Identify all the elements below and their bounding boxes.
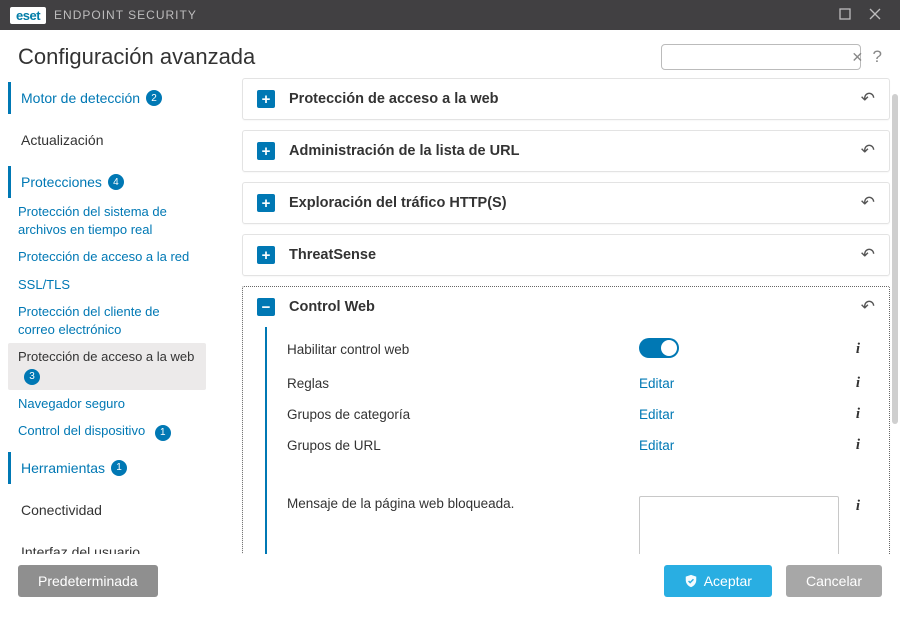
shield-check-icon (684, 574, 698, 588)
search-clear-icon[interactable]: ✕ (852, 50, 864, 64)
undo-icon[interactable]: ↶ (861, 245, 875, 265)
sidebar-item-protections[interactable]: Protecciones 4 (8, 166, 206, 198)
link-edit-rules[interactable]: Editar (639, 376, 674, 391)
badge: 1 (111, 460, 127, 476)
row-url-groups: Grupos de URL Editar i (267, 430, 875, 461)
sidebar-sub-email-client[interactable]: Protección del cliente de correo electró… (8, 298, 206, 343)
row-label: Grupos de URL (287, 438, 639, 453)
search-input[interactable] (668, 50, 852, 65)
sidebar-item-label: Interfaz del usuario (21, 544, 140, 554)
sidebar-sub-ssl-tls[interactable]: SSL/TLS (8, 271, 206, 299)
expand-icon: + (257, 194, 275, 212)
panel-header[interactable]: − Control Web ↶ (243, 287, 889, 327)
row-label: Mensaje de la página web bloqueada. (287, 496, 639, 511)
panel-http-traffic-scan: + Exploración del tráfico HTTP(S) ↶ (242, 182, 890, 224)
textarea-blocked-message[interactable] (639, 496, 839, 554)
panel-body: Habilitar control web i Reglas Editar i … (265, 327, 875, 554)
collapse-icon: − (257, 298, 275, 316)
page-title: Configuración avanzada (18, 44, 255, 70)
sidebar-item-label: Conectividad (21, 502, 102, 518)
main-content: + Protección de acceso a la web ↶ + Admi… (212, 78, 900, 554)
sidebar-item-label: Motor de detección (21, 90, 140, 106)
info-icon[interactable]: i (849, 498, 867, 515)
panel-web-access-protection: + Protección de acceso a la web ↶ (242, 78, 890, 120)
undo-icon[interactable]: ↶ (861, 193, 875, 213)
window-maximize-icon[interactable] (830, 7, 860, 23)
row-label: Habilitar control web (287, 342, 639, 357)
panel-title: Administración de la lista de URL (289, 143, 861, 159)
info-icon[interactable]: i (849, 437, 867, 454)
panel-threatsense: + ThreatSense ↶ (242, 234, 890, 276)
sidebar-sub-label: Protección de acceso a la red (18, 249, 189, 264)
badge: 2 (146, 90, 162, 106)
panel-header[interactable]: + Administración de la lista de URL ↶ (243, 131, 889, 171)
header-row: Configuración avanzada ✕ ? (0, 30, 900, 78)
sidebar-sub-label: Navegador seguro (18, 396, 125, 411)
toggle-enable-web-control[interactable] (639, 338, 679, 358)
panel-title: Exploración del tráfico HTTP(S) (289, 195, 861, 211)
help-icon[interactable]: ? (873, 47, 882, 67)
sidebar: Motor de detección 2 Actualización Prote… (8, 78, 212, 554)
sidebar-sub-label: Protección del sistema de archivos en ti… (18, 204, 167, 237)
sidebar-sub-label: SSL/TLS (18, 277, 70, 292)
info-icon[interactable]: i (849, 375, 867, 392)
titlebar: eset ENDPOINT SECURITY (0, 0, 900, 30)
sidebar-item-detection-engine[interactable]: Motor de detección 2 (8, 82, 206, 114)
panel-url-list-admin: + Administración de la lista de URL ↶ (242, 130, 890, 172)
row-category-groups: Grupos de categoría Editar i (267, 399, 875, 430)
accept-button-label: Aceptar (704, 573, 752, 589)
panel-title: Control Web (289, 299, 861, 315)
sidebar-sub-web-access[interactable]: Protección de acceso a la web 3 (8, 343, 206, 389)
undo-icon[interactable]: ↶ (861, 297, 875, 317)
sidebar-item-ui[interactable]: Interfaz del usuario (8, 536, 206, 554)
sidebar-item-label: Herramientas (21, 460, 105, 476)
badge: 3 (24, 369, 40, 385)
panel-header[interactable]: + ThreatSense ↶ (243, 235, 889, 275)
sidebar-sub-label: Protección del cliente de correo electró… (18, 304, 160, 337)
search-box[interactable]: ✕ (661, 44, 861, 70)
brand-logo: eset (10, 7, 46, 24)
panel-header[interactable]: + Protección de acceso a la web ↶ (243, 79, 889, 119)
info-icon[interactable]: i (849, 341, 867, 358)
link-edit-category-groups[interactable]: Editar (639, 407, 674, 422)
undo-icon[interactable]: ↶ (861, 141, 875, 161)
sidebar-item-connectivity[interactable]: Conectividad (8, 494, 206, 526)
footer: Predeterminada Aceptar Cancelar (0, 554, 900, 608)
sidebar-sub-label: Control del dispositivo (18, 423, 145, 438)
panel-web-control: − Control Web ↶ Habilitar control web i … (242, 286, 890, 554)
sidebar-item-label: Actualización (21, 132, 104, 148)
cancel-button[interactable]: Cancelar (786, 565, 882, 597)
row-blocked-page-message: Mensaje de la página web bloqueada. i (267, 489, 875, 554)
app-name: ENDPOINT SECURITY (54, 8, 197, 22)
scrollbar-thumb[interactable] (892, 94, 898, 424)
sidebar-item-tools[interactable]: Herramientas 1 (8, 452, 206, 484)
scrollbar[interactable] (892, 94, 898, 564)
sidebar-sub-label: Protección de acceso a la web (18, 349, 194, 364)
panel-header[interactable]: + Exploración del tráfico HTTP(S) ↶ (243, 183, 889, 223)
sidebar-sub-device-control[interactable]: Control del dispositivo 1 (8, 417, 206, 446)
sidebar-sub-network-access[interactable]: Protección de acceso a la red (8, 243, 206, 271)
sidebar-item-label: Protecciones (21, 174, 102, 190)
row-enable-web-control: Habilitar control web i (267, 331, 875, 368)
undo-icon[interactable]: ↶ (861, 89, 875, 109)
row-label: Reglas (287, 376, 639, 391)
link-edit-url-groups[interactable]: Editar (639, 438, 674, 453)
row-rules: Reglas Editar i (267, 368, 875, 399)
panel-title: Protección de acceso a la web (289, 91, 861, 107)
info-icon[interactable]: i (849, 406, 867, 423)
expand-icon: + (257, 90, 275, 108)
accept-button[interactable]: Aceptar (664, 565, 772, 597)
expand-icon: + (257, 246, 275, 264)
sidebar-item-update[interactable]: Actualización (8, 124, 206, 156)
badge: 4 (108, 174, 124, 190)
sidebar-sub-safe-browser[interactable]: Navegador seguro (8, 390, 206, 418)
expand-icon: + (257, 142, 275, 160)
row-label: Grupos de categoría (287, 407, 639, 422)
sidebar-sub-realtime-file[interactable]: Protección del sistema de archivos en ti… (8, 198, 206, 243)
badge: 1 (155, 425, 171, 441)
window-close-icon[interactable] (860, 7, 890, 23)
default-button[interactable]: Predeterminada (18, 565, 158, 597)
panel-title: ThreatSense (289, 247, 861, 263)
